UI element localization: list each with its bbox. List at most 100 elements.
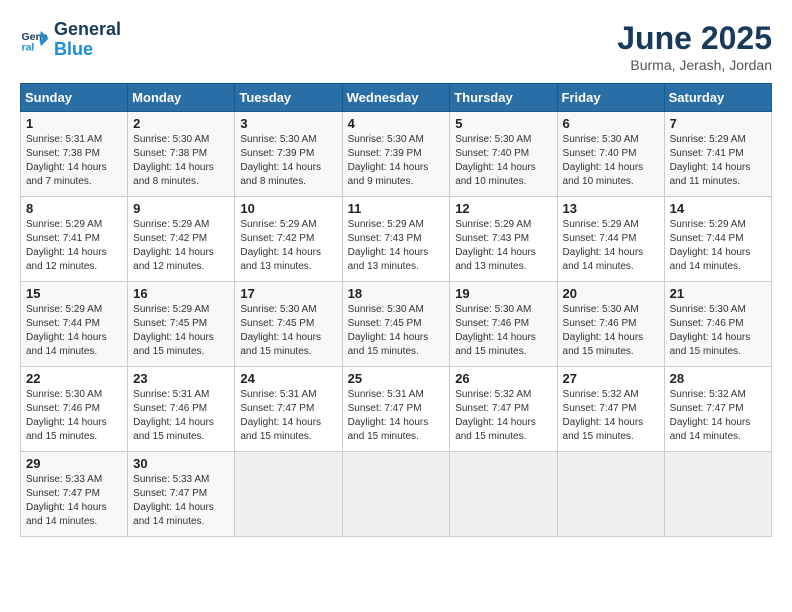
logo-text-line2: Blue (54, 40, 121, 60)
calendar-cell (557, 452, 664, 537)
day-number: 11 (348, 201, 445, 216)
calendar-cell: 6 Sunrise: 5:30 AM Sunset: 7:40 PM Daylig… (557, 112, 664, 197)
calendar-week-4: 22 Sunrise: 5:30 AM Sunset: 7:46 PM Dayli… (21, 367, 772, 452)
day-info: Sunrise: 5:30 AM Sunset: 7:46 PM Dayligh… (670, 303, 766, 359)
svg-text:ral: ral (22, 41, 35, 53)
day-info: Sunrise: 5:29 AM Sunset: 7:42 PM Dayligh… (133, 218, 229, 274)
calendar-cell: 10Sunrise: 5:29 AM Sunset: 7:42 PM Dayli… (235, 197, 342, 282)
day-info: Sunrise: 5:29 AM Sunset: 7:43 PM Dayligh… (348, 218, 445, 274)
day-number: 27 (563, 371, 659, 386)
day-number: 16 (133, 286, 229, 301)
day-number: 30 (133, 456, 229, 471)
logo: Gene ral General Blue (20, 20, 121, 60)
calendar-week-1: 1 Sunrise: 5:31 AM Sunset: 7:38 PM Daylig… (21, 112, 772, 197)
column-header-tuesday: Tuesday (235, 84, 342, 112)
calendar-cell: 24 Sunrise: 5:31 AM Sunset: 7:47 PM Dayli… (235, 367, 342, 452)
day-info: Sunrise: 5:29 AM Sunset: 7:43 PM Dayligh… (455, 218, 551, 274)
day-info: Sunrise: 5:32 AM Sunset: 7:47 PM Dayligh… (670, 388, 766, 444)
day-info: Sunrise: 5:29 AM Sunset: 7:44 PM Dayligh… (563, 218, 659, 274)
day-number: 2 (133, 116, 229, 131)
day-info: Sunrise: 5:30 AM Sunset: 7:45 PM Dayligh… (348, 303, 445, 359)
day-number: 24 (240, 371, 336, 386)
day-info: Sunrise: 5:31 AM Sunset: 7:38 PM Dayligh… (26, 133, 122, 189)
column-header-sunday: Sunday (21, 84, 128, 112)
day-info: Sunrise: 5:33 AM Sunset: 7:47 PM Dayligh… (133, 473, 229, 529)
day-number: 6 (563, 116, 659, 131)
day-number: 13 (563, 201, 659, 216)
day-number: 20 (563, 286, 659, 301)
day-info: Sunrise: 5:31 AM Sunset: 7:46 PM Dayligh… (133, 388, 229, 444)
calendar-cell: 16 Sunrise: 5:29 AM Sunset: 7:45 PM Dayli… (128, 282, 235, 367)
calendar-cell: 18 Sunrise: 5:30 AM Sunset: 7:45 PM Dayli… (342, 282, 450, 367)
day-info: Sunrise: 5:30 AM Sunset: 7:39 PM Dayligh… (240, 133, 336, 189)
day-number: 22 (26, 371, 122, 386)
day-info: Sunrise: 5:31 AM Sunset: 7:47 PM Dayligh… (240, 388, 336, 444)
calendar-cell: 26 Sunrise: 5:32 AM Sunset: 7:47 PM Dayli… (450, 367, 557, 452)
calendar-cell: 12 Sunrise: 5:29 AM Sunset: 7:43 PM Dayli… (450, 197, 557, 282)
column-header-monday: Monday (128, 84, 235, 112)
logo-icon: Gene ral (20, 25, 50, 55)
calendar-cell (342, 452, 450, 537)
day-info: Sunrise: 5:29 AM Sunset: 7:45 PM Dayligh… (133, 303, 229, 359)
day-info: Sunrise: 5:29 AM Sunset: 7:44 PM Dayligh… (26, 303, 122, 359)
column-header-saturday: Saturday (664, 84, 771, 112)
day-number: 1 (26, 116, 122, 131)
calendar-cell: 9 Sunrise: 5:29 AM Sunset: 7:42 PM Daylig… (128, 197, 235, 282)
day-number: 5 (455, 116, 551, 131)
calendar-cell: 27 Sunrise: 5:32 AM Sunset: 7:47 PM Dayli… (557, 367, 664, 452)
day-info: Sunrise: 5:29 AM Sunset: 7:41 PM Dayligh… (26, 218, 122, 274)
column-header-friday: Friday (557, 84, 664, 112)
day-number: 8 (26, 201, 122, 216)
calendar-cell: 8 Sunrise: 5:29 AM Sunset: 7:41 PM Daylig… (21, 197, 128, 282)
day-number: 17 (240, 286, 336, 301)
day-number: 9 (133, 201, 229, 216)
calendar-table: SundayMondayTuesdayWednesdayThursdayFrid… (20, 83, 772, 537)
calendar-cell: 19Sunrise: 5:30 AM Sunset: 7:46 PM Dayli… (450, 282, 557, 367)
page-header: Gene ral General Blue June 2025 Burma, J… (20, 20, 772, 73)
day-number: 4 (348, 116, 445, 131)
day-number: 7 (670, 116, 766, 131)
day-info: Sunrise: 5:33 AM Sunset: 7:47 PM Dayligh… (26, 473, 122, 529)
day-number: 18 (348, 286, 445, 301)
day-info: Sunrise: 5:29 AM Sunset: 7:42 PM Dayligh… (240, 218, 336, 274)
calendar-cell: 29Sunrise: 5:33 AM Sunset: 7:47 PM Dayli… (21, 452, 128, 537)
calendar-cell: 17Sunrise: 5:30 AM Sunset: 7:45 PM Dayli… (235, 282, 342, 367)
calendar-cell: 14 Sunrise: 5:29 AM Sunset: 7:44 PM Dayli… (664, 197, 771, 282)
calendar-week-3: 15Sunrise: 5:29 AM Sunset: 7:44 PM Dayli… (21, 282, 772, 367)
calendar-cell: 23 Sunrise: 5:31 AM Sunset: 7:46 PM Dayli… (128, 367, 235, 452)
calendar-cell: 22 Sunrise: 5:30 AM Sunset: 7:46 PM Dayli… (21, 367, 128, 452)
day-info: Sunrise: 5:30 AM Sunset: 7:46 PM Dayligh… (26, 388, 122, 444)
calendar-week-2: 8 Sunrise: 5:29 AM Sunset: 7:41 PM Daylig… (21, 197, 772, 282)
calendar-cell: 5 Sunrise: 5:30 AM Sunset: 7:40 PM Daylig… (450, 112, 557, 197)
day-number: 19 (455, 286, 551, 301)
calendar-cell: 2Sunrise: 5:30 AM Sunset: 7:38 PM Daylig… (128, 112, 235, 197)
calendar-cell: 3 Sunrise: 5:30 AM Sunset: 7:39 PM Daylig… (235, 112, 342, 197)
calendar-cell: 13 Sunrise: 5:29 AM Sunset: 7:44 PM Dayli… (557, 197, 664, 282)
logo-text-line1: General (54, 20, 121, 40)
day-info: Sunrise: 5:31 AM Sunset: 7:47 PM Dayligh… (348, 388, 445, 444)
calendar-cell: 15Sunrise: 5:29 AM Sunset: 7:44 PM Dayli… (21, 282, 128, 367)
calendar-cell: 25 Sunrise: 5:31 AM Sunset: 7:47 PM Dayli… (342, 367, 450, 452)
calendar-cell: 21 Sunrise: 5:30 AM Sunset: 7:46 PM Dayli… (664, 282, 771, 367)
day-number: 14 (670, 201, 766, 216)
day-info: Sunrise: 5:30 AM Sunset: 7:40 PM Dayligh… (563, 133, 659, 189)
day-number: 12 (455, 201, 551, 216)
day-number: 25 (348, 371, 445, 386)
day-info: Sunrise: 5:32 AM Sunset: 7:47 PM Dayligh… (563, 388, 659, 444)
day-info: Sunrise: 5:30 AM Sunset: 7:39 PM Dayligh… (348, 133, 445, 189)
calendar-cell (450, 452, 557, 537)
day-info: Sunrise: 5:30 AM Sunset: 7:40 PM Dayligh… (455, 133, 551, 189)
calendar-cell: 7Sunrise: 5:29 AM Sunset: 7:41 PM Daylig… (664, 112, 771, 197)
day-number: 23 (133, 371, 229, 386)
calendar-week-5: 29Sunrise: 5:33 AM Sunset: 7:47 PM Dayli… (21, 452, 772, 537)
day-number: 26 (455, 371, 551, 386)
day-info: Sunrise: 5:32 AM Sunset: 7:47 PM Dayligh… (455, 388, 551, 444)
day-number: 28 (670, 371, 766, 386)
day-number: 21 (670, 286, 766, 301)
day-number: 3 (240, 116, 336, 131)
calendar-cell: 1 Sunrise: 5:31 AM Sunset: 7:38 PM Daylig… (21, 112, 128, 197)
column-header-thursday: Thursday (450, 84, 557, 112)
calendar-header-row: SundayMondayTuesdayWednesdayThursdayFrid… (21, 84, 772, 112)
month-title: June 2025 (617, 20, 772, 57)
day-info: Sunrise: 5:29 AM Sunset: 7:44 PM Dayligh… (670, 218, 766, 274)
